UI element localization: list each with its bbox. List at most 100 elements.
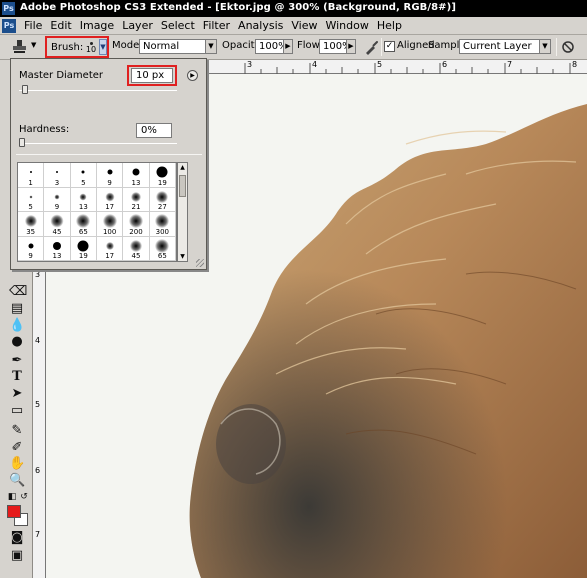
- master-diameter-field[interactable]: 10 px: [131, 68, 173, 83]
- zoom-icon[interactable]: 🔍: [9, 473, 25, 489]
- brush-preset[interactable]: 13: [70, 187, 97, 212]
- brush-preview[interactable]: 10: [83, 39, 99, 57]
- presets-scrollbar[interactable]: ▲ ▼: [177, 162, 188, 262]
- ruler-label: 4: [35, 336, 41, 345]
- swap-colors-icon[interactable]: ↺: [16, 489, 32, 505]
- brush-preset[interactable]: 3: [44, 163, 71, 188]
- brush-preset[interactable]: 45: [44, 212, 71, 237]
- hand-icon[interactable]: ✋: [9, 456, 25, 472]
- brush-preset[interactable]: 27: [149, 187, 176, 212]
- brush-picker-menu-icon[interactable]: ▶: [187, 70, 198, 81]
- menu-select[interactable]: Select: [157, 19, 199, 33]
- brush-preset[interactable]: 9: [97, 163, 124, 188]
- brush-preset[interactable]: 9: [44, 187, 71, 212]
- brush-preset[interactable]: 1: [18, 163, 45, 188]
- sample-select[interactable]: Current Layer ▼: [459, 39, 551, 54]
- ruler-label: 8: [572, 60, 578, 69]
- brush-preset[interactable]: 65: [70, 212, 97, 237]
- foreground-color-swatch[interactable]: [7, 505, 21, 518]
- brush-preset[interactable]: 100: [97, 212, 124, 237]
- clone-stamp-icon[interactable]: [11, 39, 29, 55]
- brush-label: Brush:: [51, 42, 84, 53]
- menu-layer[interactable]: Layer: [118, 19, 157, 33]
- menu-view[interactable]: View: [287, 19, 321, 33]
- chevron-down-icon: ▼: [539, 40, 550, 53]
- flow-field[interactable]: 100% ▶: [319, 39, 356, 54]
- aligned-checkbox[interactable]: ✓: [384, 41, 395, 52]
- photoshop-logo-icon: Ps: [2, 2, 15, 15]
- ignore-adjustment-layers-icon[interactable]: [561, 40, 575, 54]
- hardness-slider[interactable]: [19, 143, 177, 144]
- rectangle-shape-icon[interactable]: ▭: [9, 403, 25, 419]
- brush-preset[interactable]: 19: [149, 163, 176, 188]
- brush-preset[interactable]: 5: [70, 163, 97, 188]
- resize-grip-icon[interactable]: [196, 259, 204, 267]
- gradient-icon[interactable]: ▤: [9, 301, 25, 317]
- brush-preset[interactable]: 17: [97, 236, 124, 261]
- master-diameter-value: 10 px: [136, 70, 165, 81]
- brush-preset[interactable]: 9: [18, 236, 45, 261]
- dodge-icon[interactable]: ●: [9, 334, 25, 350]
- type-icon[interactable]: T: [9, 369, 25, 385]
- menu-analysis[interactable]: Analysis: [234, 19, 287, 33]
- master-diameter-slider-thumb[interactable]: [22, 85, 29, 94]
- menu-window[interactable]: Window: [321, 19, 372, 33]
- menu-filter[interactable]: Filter: [199, 19, 234, 33]
- ruler-label: 5: [377, 60, 383, 69]
- brush-preset-picker[interactable]: Brush: 10 ▼: [45, 36, 109, 58]
- options-separator: [381, 38, 382, 56]
- eraser-icon[interactable]: ⌫: [9, 284, 27, 300]
- eyedropper-icon[interactable]: ✐: [9, 440, 25, 456]
- mode-select[interactable]: Normal ▼: [139, 39, 217, 54]
- flow-arrow-icon[interactable]: ▶: [346, 40, 355, 53]
- notes-icon[interactable]: ✎: [9, 423, 25, 439]
- brush-preset[interactable]: 13: [123, 163, 150, 188]
- brush-preset[interactable]: 19: [70, 236, 97, 261]
- tool-preset-chevron-icon[interactable]: ▼: [31, 41, 36, 49]
- brush-preset[interactable]: 5: [18, 187, 45, 212]
- brush-dropdown-button[interactable]: ▼: [99, 39, 107, 55]
- menu-help[interactable]: Help: [373, 19, 406, 33]
- opacity-arrow-icon[interactable]: ▶: [283, 40, 292, 53]
- quick-mask-icon[interactable]: ◙: [9, 530, 25, 546]
- brush-presets-grid: 1 3 5 9 13 19 5 9 13 17 21 27 35 45 65 1…: [17, 162, 177, 262]
- ruler-label: 4: [312, 60, 318, 69]
- photoshop-menu-logo-icon[interactable]: Ps: [2, 19, 16, 33]
- brush-preset[interactable]: 17: [97, 187, 124, 212]
- brush-preset[interactable]: 21: [123, 187, 150, 212]
- popup-divider: [16, 154, 202, 155]
- ruler-label: 7: [35, 530, 41, 539]
- pen-icon[interactable]: ✒: [9, 353, 25, 369]
- brush-preset[interactable]: 300: [149, 212, 176, 237]
- hardness-value: 0%: [141, 125, 157, 136]
- screen-mode-icon[interactable]: ▣: [9, 548, 25, 564]
- brush-preset[interactable]: 45: [123, 236, 150, 261]
- master-diameter-slider[interactable]: [19, 90, 177, 91]
- ruler-label: 5: [35, 400, 41, 409]
- blur-icon[interactable]: 💧: [9, 318, 25, 334]
- airbrush-icon[interactable]: [364, 39, 380, 55]
- menu-bar: Ps File Edit Image Layer Select Filter A…: [0, 17, 587, 35]
- brush-preset[interactable]: 200: [123, 212, 150, 237]
- options-bar: ▼ Brush: 10 ▼ Mode: Normal ▼ Opacity: 10…: [0, 35, 587, 60]
- brush-preset[interactable]: 35: [18, 212, 45, 237]
- hardness-field[interactable]: 0%: [136, 123, 172, 138]
- hardness-label: Hardness:: [19, 124, 70, 135]
- scroll-down-icon[interactable]: ▼: [178, 252, 187, 261]
- title-bar: Ps Adobe Photoshop CS3 Extended - [Ektor…: [0, 0, 587, 17]
- menu-items: File Edit Image Layer Select Filter Anal…: [20, 19, 406, 33]
- brush-preset[interactable]: 13: [44, 236, 71, 261]
- brush-size-value: 10: [85, 45, 97, 54]
- menu-image[interactable]: Image: [76, 19, 118, 33]
- menu-file[interactable]: File: [20, 19, 46, 33]
- opacity-field[interactable]: 100% ▶: [255, 39, 293, 54]
- ruler-label: 3: [247, 60, 253, 69]
- hardness-slider-thumb[interactable]: [19, 138, 25, 147]
- sample-value: Current Layer: [463, 41, 532, 52]
- scrollbar-thumb[interactable]: [179, 175, 186, 197]
- mode-value: Normal: [143, 41, 180, 52]
- brush-preset[interactable]: 65: [149, 236, 176, 261]
- path-selection-icon[interactable]: ➤: [9, 386, 25, 402]
- scroll-up-icon[interactable]: ▲: [178, 163, 187, 172]
- menu-edit[interactable]: Edit: [46, 19, 75, 33]
